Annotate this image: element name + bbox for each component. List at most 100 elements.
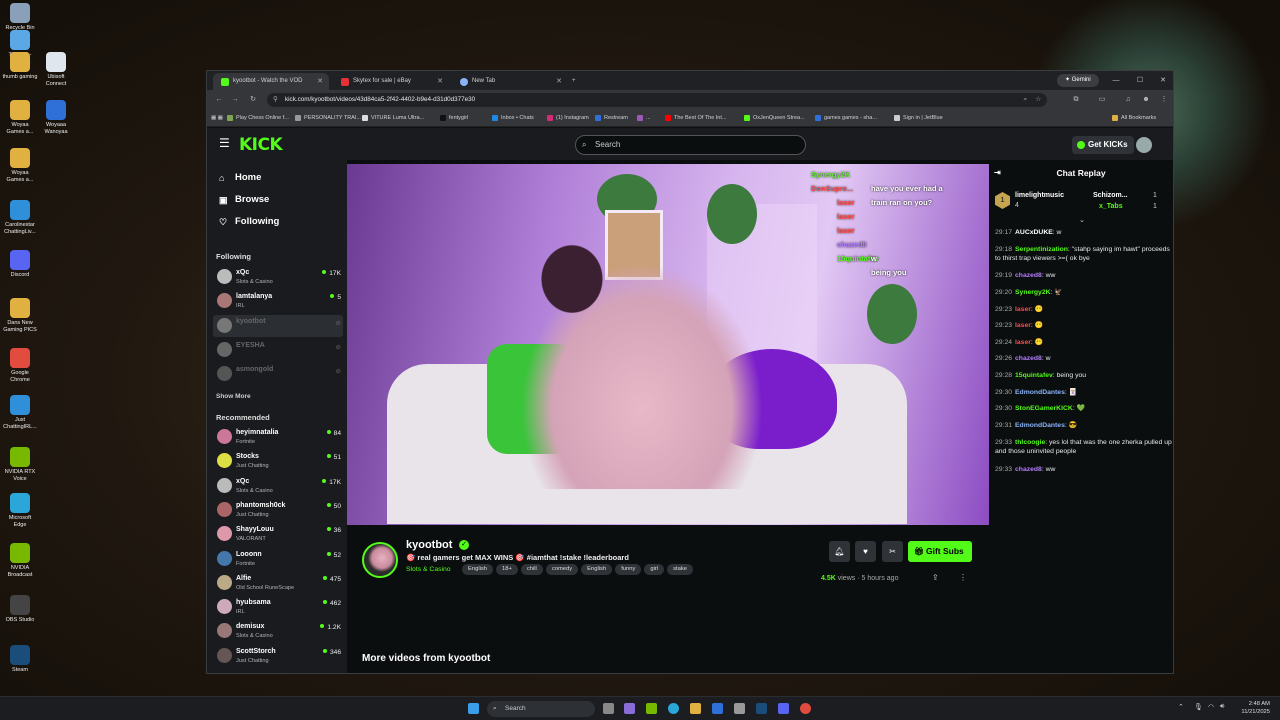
sidebar-nav-home[interactable]: ⌂ Home (219, 172, 261, 184)
desktop-shortcut[interactable]: Microsoft Edge (2, 493, 38, 529)
desktop-shortcut[interactable]: Google Chrome (2, 348, 38, 384)
desktop-shortcut[interactable]: Just ChattingIRL... (2, 395, 38, 431)
bookmark-item[interactable]: VITURE Luma Ultra... (362, 110, 424, 127)
sidebar-channel-row[interactable]: phantomsh0ck Just Chatting 50 (213, 499, 343, 521)
desktop-shortcut[interactable]: NVIDIA Broadcast (2, 543, 38, 579)
window-close-icon[interactable]: ✕ (1151, 71, 1175, 90)
sidebar-channel-row[interactable]: xQc Slots & Casino 17K (213, 475, 343, 497)
taskbar-search-input[interactable]: ⌕ Search (487, 701, 595, 717)
stream-tag[interactable]: English (581, 564, 613, 575)
sidebar-channel-row[interactable]: demisux Slots & Casino 1.2K (213, 620, 343, 642)
all-bookmarks-folder[interactable]: All Bookmarks (1112, 110, 1156, 127)
stream-tag[interactable]: comedy (545, 564, 579, 575)
zoom-icon[interactable]: ⌕ (1023, 93, 1027, 107)
tab-kyootbot[interactable]: kyootbot - Watch the VOD ✕ (213, 73, 329, 90)
collapse-chat-icon[interactable]: ⇥ (994, 160, 1001, 186)
chrome-icon[interactable] (800, 703, 811, 714)
leaderboard-user[interactable]: limelightmusic (1015, 192, 1064, 199)
hamburger-menu-icon[interactable]: ☰ (219, 136, 230, 150)
sidebar-channel-row[interactable]: EYESHA ⊘ (213, 339, 343, 361)
sidebar-channel-row[interactable]: xQc Slots & Casino 17K (213, 266, 343, 288)
sidebar-channel-row[interactable]: Alfie Old School RuneScape 475 (213, 572, 343, 594)
sidebar-channel-row[interactable]: hyubsama IRL 462 (213, 596, 343, 618)
close-icon[interactable]: ✕ (437, 73, 443, 90)
chat-username[interactable]: StonEGamerKICK (1015, 405, 1073, 412)
desktop-shortcut[interactable]: Woyaa Games a... (2, 148, 38, 184)
stream-tag[interactable]: English (462, 564, 494, 575)
edge-icon[interactable] (668, 703, 679, 714)
desktop-shortcut[interactable]: Recycle Bin (2, 3, 38, 32)
kick-logo[interactable]: KICK (239, 135, 283, 155)
channel-avatar[interactable] (362, 542, 398, 578)
bookmark-item[interactable]: The Best Of The Int... (665, 110, 726, 127)
desktop-shortcut[interactable]: Dans New Gaming PICS (2, 298, 38, 334)
volume-icon[interactable]: 🔊︎ (1220, 703, 1224, 711)
chat-username[interactable]: EdmondDantes (1015, 389, 1065, 396)
search-input[interactable]: ⌕ Search (575, 135, 806, 155)
bookmark-item[interactable]: games games - sha... (815, 110, 877, 127)
tray-chevron-icon[interactable]: ⌃ (1178, 703, 1184, 711)
desktop-shortcut[interactable]: Woyaaa Wanoyaa (38, 100, 74, 136)
store-icon[interactable] (712, 703, 723, 714)
apps-icon[interactable]: ▦ ▦ (211, 110, 223, 127)
reload-icon[interactable]: ↻ (245, 90, 261, 110)
chat-username[interactable]: Synergy2K (1015, 289, 1051, 296)
chat-username[interactable]: chazed8 (1015, 272, 1042, 279)
desktop-shortcut[interactable]: Steam (2, 645, 38, 674)
expand-chevron-icon[interactable]: ⌄ (1079, 216, 1085, 224)
gift-subs-button[interactable]: 🎁︎ Gift Subs (908, 541, 972, 562)
desktop-shortcut[interactable]: thumb gaming (2, 52, 38, 81)
notification-bell-icon[interactable]: 🔔︎ (829, 541, 850, 562)
desktop-shortcut[interactable]: OBS Studio (2, 595, 38, 624)
profile-icon[interactable]: ☻ (1139, 90, 1153, 110)
bookmark-item[interactable]: Restream (595, 110, 628, 127)
new-tab-plus-icon[interactable]: + (569, 73, 583, 90)
sidebar-channel-row[interactable]: asmongold ⊘ (213, 363, 343, 385)
menu-kebab-icon[interactable]: ⋮ (1157, 90, 1171, 110)
bookmark-item[interactable]: PERSONALITY TRAI... (295, 110, 361, 127)
back-icon[interactable]: ← (211, 90, 227, 110)
microphone-icon[interactable]: 🎙︎ (1194, 703, 1203, 711)
minimize-icon[interactable]: — (1104, 71, 1128, 90)
url-input[interactable]: ⚲ kick.com/kyootbot/videos/43d84ca5-2f42… (267, 93, 1047, 107)
stream-tag[interactable]: chill (520, 564, 543, 575)
channel-name[interactable]: kyootbot (406, 539, 452, 551)
chat-username[interactable]: laser (1015, 339, 1031, 346)
settings-gear-icon[interactable] (734, 703, 745, 714)
chat-username[interactable]: chazed8 (1015, 466, 1042, 473)
sidebar-channel-row[interactable]: lamtalanya IRL 5 (213, 290, 343, 312)
sidebar-nav-browse[interactable]: ▣ Browse (219, 194, 269, 206)
stream-tag[interactable]: 18+ (496, 564, 518, 575)
nvidia-icon[interactable] (646, 703, 657, 714)
desktop-shortcut[interactable]: Ubisoft Connect (38, 52, 74, 88)
extensions-icon[interactable]: ⧉ (1069, 90, 1083, 110)
gemini-button[interactable]: ✦ Gemini (1057, 74, 1099, 87)
get-kicks-button[interactable]: Get KICKs (1072, 136, 1134, 154)
start-windows-icon[interactable] (468, 703, 479, 714)
media-icon[interactable]: ♫ (1121, 90, 1135, 110)
bookmark-item[interactable]: (1) Instagram (547, 110, 589, 127)
bookmark-item[interactable]: Inbox • Chats (492, 110, 534, 127)
user-avatar[interactable] (1136, 137, 1152, 153)
desktop-shortcut[interactable]: Discord (2, 250, 38, 279)
sidebar-channel-row[interactable]: ShayyLouu VALORANT 36 (213, 523, 343, 545)
follow-heart-icon[interactable]: ♥ (855, 541, 876, 562)
sidebar-nav-following[interactable]: ♡ Following (219, 216, 279, 228)
copilot-icon[interactable] (624, 703, 635, 714)
taskbar-clock[interactable]: 2:48 AM 11/21/2025 (1241, 700, 1270, 716)
sidebar-channel-row[interactable]: Stocks Just Chatting 51 (213, 450, 343, 472)
more-options-icon[interactable]: ⋮ (959, 573, 967, 582)
chat-username[interactable]: laser (1015, 322, 1031, 329)
share-icon[interactable]: ⇪ (932, 573, 939, 582)
chat-username[interactable]: 15quintafev (1015, 372, 1053, 379)
show-more-link[interactable]: Show More (216, 393, 251, 400)
sidebar-channel-row[interactable]: ScottStorch Just Chatting 346 (213, 645, 343, 667)
chat-username[interactable]: chazed8 (1015, 355, 1042, 362)
desktop-shortcut[interactable]: Carolinestar ChattingLiv... (2, 200, 38, 236)
bookmark-star-icon[interactable]: ☆ (1035, 93, 1041, 107)
forward-icon[interactable]: → (227, 90, 243, 110)
task-view-icon[interactable] (603, 703, 614, 714)
maximize-icon[interactable]: ☐ (1128, 71, 1152, 90)
bookmark-item[interactable]: ... (637, 110, 651, 127)
chat-username[interactable]: laser (1015, 306, 1031, 313)
